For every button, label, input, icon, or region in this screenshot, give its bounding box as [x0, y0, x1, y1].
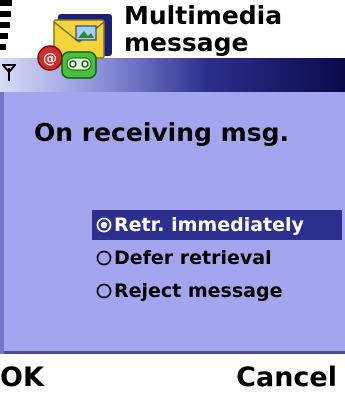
option-retrieve-immediately[interactable]: Retr. immediately [92, 210, 342, 240]
option-list: Retr. immediately Defer retrieval Reject… [92, 210, 342, 309]
phone-screen: @ Multimedia message On receiving msg. R… [0, 0, 345, 394]
radio-selected-icon [96, 217, 112, 233]
page-title: Multimedia message [124, 2, 282, 56]
panel-left-edge [0, 92, 4, 354]
option-defer-retrieval[interactable]: Defer retrieval [92, 243, 342, 273]
cancel-softkey[interactable]: Cancel [236, 362, 337, 394]
title-line-2: message [124, 28, 249, 57]
header: @ Multimedia message [0, 0, 345, 92]
option-reject-message[interactable]: Reject message [92, 276, 342, 306]
svg-text:@: @ [43, 51, 57, 67]
setting-label: On receiving msg. [34, 118, 289, 147]
option-label: Retr. immediately [114, 214, 304, 236]
radio-unselected-icon [96, 283, 112, 299]
softkey-bar: OK Cancel [0, 356, 345, 394]
option-label: Defer retrieval [114, 247, 272, 269]
multimedia-message-icon: @ [37, 14, 112, 79]
title-line-1: Multimedia [124, 1, 283, 30]
ok-softkey[interactable]: OK [0, 362, 44, 394]
radio-unselected-icon [96, 250, 112, 266]
antenna-icon [2, 64, 16, 81]
option-label: Reject message [114, 280, 283, 302]
